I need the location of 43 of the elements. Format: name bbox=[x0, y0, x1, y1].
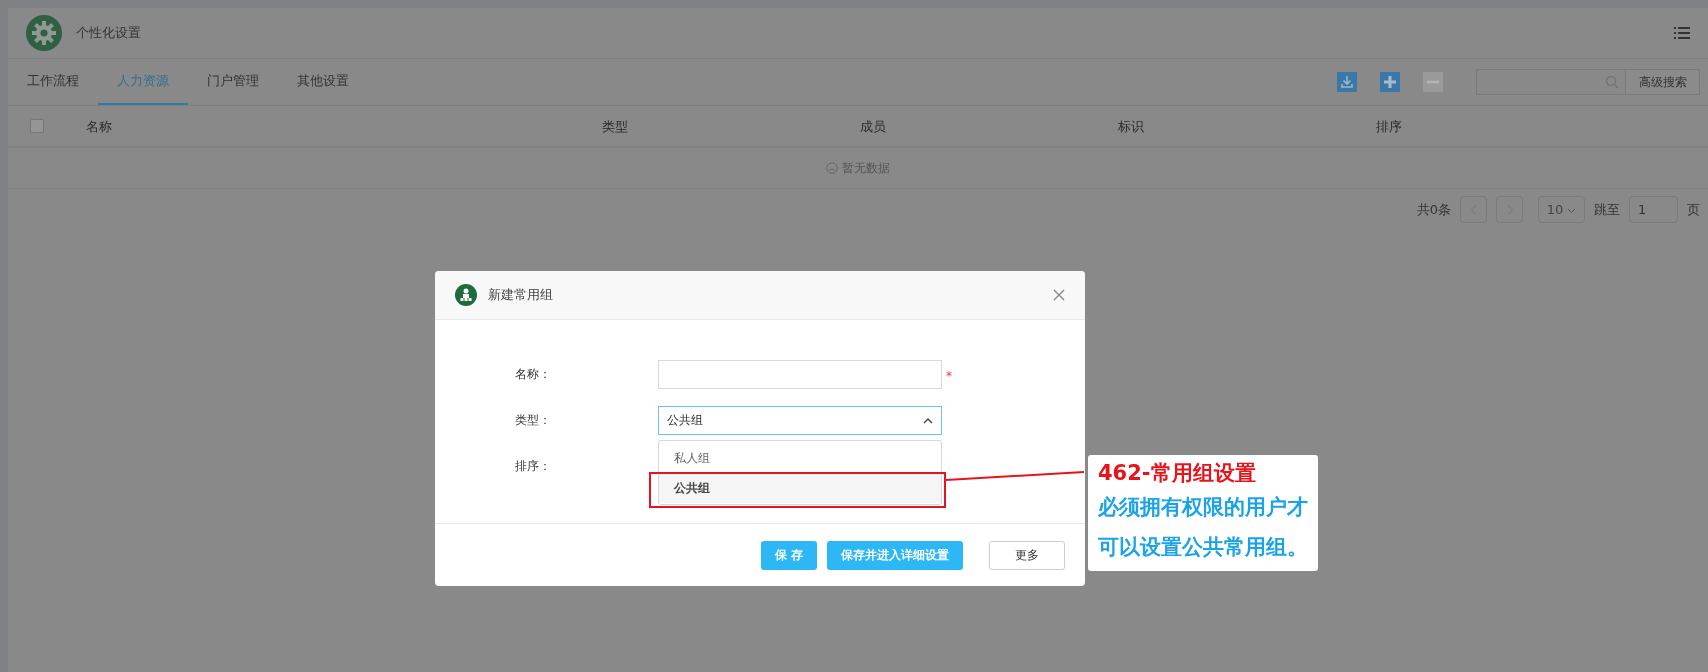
annotation-title: 462-常用组设置 bbox=[1098, 460, 1257, 487]
people-icon bbox=[455, 284, 477, 306]
dropdown-option[interactable]: 私人组 bbox=[659, 443, 941, 473]
close-icon[interactable] bbox=[1053, 289, 1065, 301]
dialog-button[interactable]: 保存并进入详细设置 bbox=[827, 540, 963, 570]
select-all-checkbox[interactable] bbox=[30, 119, 44, 133]
search-field[interactable] bbox=[1476, 69, 1626, 95]
column-header: 名称 bbox=[86, 118, 112, 136]
required-mark: * bbox=[946, 368, 952, 385]
field-label: 类型： bbox=[514, 412, 552, 429]
caret-icon bbox=[1567, 208, 1577, 214]
page-size-select[interactable]: 10 bbox=[1538, 196, 1585, 223]
dialog-button[interactable]: 保 存 bbox=[760, 540, 817, 570]
page-suffix: 页 bbox=[1687, 200, 1700, 219]
tab[interactable]: 门户管理 bbox=[188, 59, 278, 105]
advanced-search-button[interactable]: 高级搜索 bbox=[1626, 69, 1700, 95]
page-title: 个性化设置 bbox=[76, 24, 142, 42]
field-label: 名称： bbox=[514, 366, 552, 383]
column-header: 标识 bbox=[1118, 118, 1144, 136]
column-header: 成员 bbox=[860, 118, 886, 136]
search-icon bbox=[1605, 75, 1619, 89]
download-icon[interactable] bbox=[1337, 72, 1357, 92]
menu-icon[interactable] bbox=[1674, 26, 1690, 40]
tab[interactable]: 工作流程 bbox=[8, 59, 98, 105]
field-label: 排序： bbox=[514, 458, 552, 475]
add-icon[interactable] bbox=[1380, 72, 1400, 92]
gear-icon bbox=[26, 15, 62, 51]
name-field[interactable] bbox=[658, 360, 942, 389]
annotation-note: 可以设置公共常用组。 bbox=[1098, 534, 1308, 561]
page-input[interactable]: 1 bbox=[1629, 196, 1678, 223]
type-select[interactable]: 公共组 bbox=[658, 406, 942, 435]
dialog-title: 新建常用组 bbox=[488, 286, 554, 304]
annotation-note: 必须拥有权限的用户才 bbox=[1098, 494, 1308, 521]
tab[interactable]: 其他设置 bbox=[278, 59, 368, 105]
total-count: 共0条 bbox=[1416, 200, 1451, 219]
dropdown-option[interactable]: 公共组 bbox=[659, 473, 941, 503]
dialog-button[interactable]: 更多 bbox=[989, 540, 1065, 570]
column-header: 排序 bbox=[1376, 118, 1402, 136]
remove-icon[interactable] bbox=[1423, 72, 1443, 92]
jump-label: 跳至 bbox=[1594, 200, 1620, 219]
caret-icon bbox=[923, 417, 933, 424]
column-header: 类型 bbox=[602, 118, 628, 136]
sad-face-icon bbox=[826, 162, 838, 174]
